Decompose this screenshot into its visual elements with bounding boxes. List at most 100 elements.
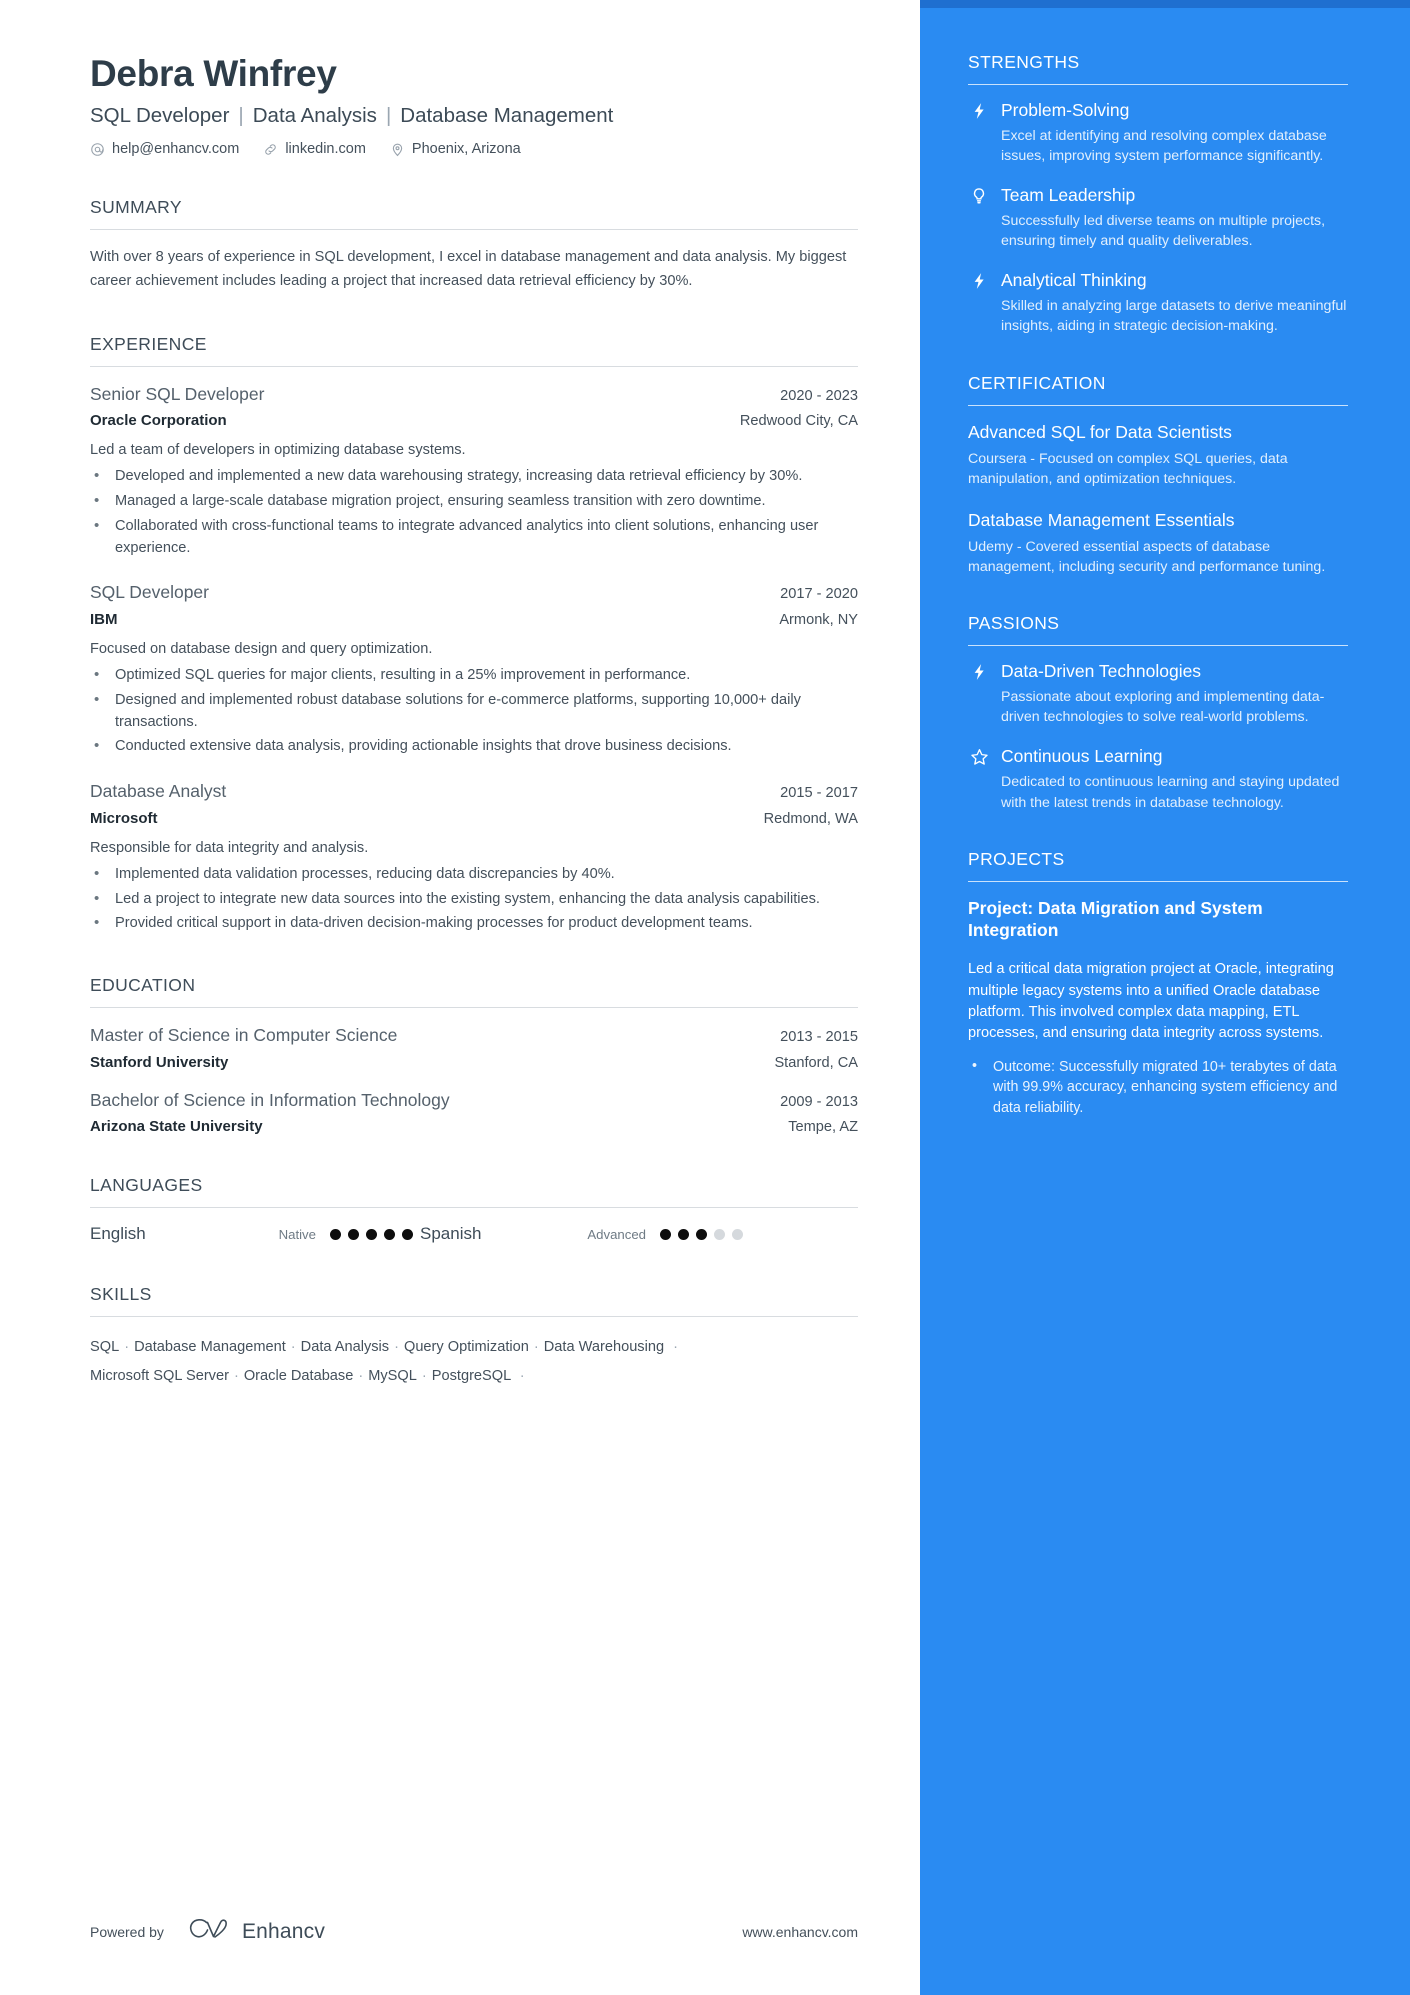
school-location: Tempe, AZ (788, 1119, 858, 1136)
certification-list: Advanced SQL for Data Scientists Courser… (968, 406, 1348, 578)
job-bullet: Developed and implemented a new data war… (90, 465, 858, 488)
sidebar-entry-header: Analytical Thinking (968, 270, 1348, 292)
job-location: Redmond, WA (763, 810, 858, 827)
skills-heading: SKILLS (90, 1284, 152, 1305)
job-bullet: Optimized SQL queries for major clients,… (90, 664, 858, 687)
headline-part-2: Database Management (400, 103, 614, 127)
experience-entry: Database Analyst 2015 - 2017 Microsoft R… (90, 780, 858, 935)
language-rating-dot (732, 1228, 743, 1240)
skill-item: SQL (90, 1339, 120, 1356)
job-description: Focused on database design and query opt… (90, 640, 433, 657)
lightning-bolt-icon (968, 662, 990, 682)
skill-separator: · (533, 1339, 539, 1356)
job-title: SQL Developer (90, 582, 209, 603)
sidebar-entry-title: Data-Driven Technologies (1001, 661, 1202, 682)
sidebar-entry: Continuous Learning Dedicated to continu… (968, 746, 1348, 812)
job-bullet: Led a project to integrate new data sour… (90, 888, 858, 911)
certification-description: Coursera - Focused on complex SQL querie… (968, 450, 1288, 487)
education-heading: EDUCATION (90, 975, 196, 996)
language-level: Advanced (587, 1226, 646, 1242)
strengths-list: Problem-Solving Excel at identifying and… (968, 85, 1348, 337)
resume-footer: Powered by Enhancv www.enhancv.com (90, 1916, 858, 1947)
passions-section: PASSIONS Data-Driven Technologies Passio… (968, 613, 1348, 812)
languages-section: LANGUAGES English Native Spanish Advance… (90, 1175, 858, 1244)
skill-separator: · (233, 1367, 239, 1384)
skill-item: Microsoft SQL Server (90, 1367, 229, 1384)
skill-item: Query Optimization (403, 1339, 529, 1356)
contact-linkedin[interactable]: linkedin.com (263, 141, 366, 157)
school-name: Arizona State University (90, 1118, 263, 1136)
project-description: Led a critical data migration project at… (968, 961, 1334, 1042)
experience-section: EXPERIENCE Senior SQL Developer 2020 - 2… (90, 334, 858, 936)
sidebar-entry: Data-Driven Technologies Passionate abou… (968, 661, 1348, 727)
job-bullet: Implemented data validation processes, r… (90, 863, 858, 886)
language-name: English (90, 1224, 146, 1244)
star-icon (968, 747, 990, 767)
job-bullet-list: Developed and implemented a new data war… (90, 465, 858, 560)
enhancv-logo-icon (186, 1916, 232, 1947)
certification-description: Udemy - Covered essential aspects of dat… (968, 538, 1326, 576)
sidebar-entry: Analytical Thinking Skilled in analyzing… (968, 270, 1348, 336)
language-item: English Native (90, 1224, 420, 1244)
contact-email[interactable]: help@enhancv.com (90, 141, 239, 157)
certification-name: Advanced SQL for Data Scientists (968, 421, 1232, 442)
experience-heading: EXPERIENCE (90, 333, 207, 354)
job-description: Responsible for data integrity and analy… (90, 839, 369, 856)
education-entry-header: Bachelor of Science in Information Techn… (90, 1089, 858, 1112)
at-sign-icon (90, 142, 105, 157)
candidate-name: Debra Winfrey (90, 53, 337, 94)
experience-list: Senior SQL Developer 2020 - 2023 Oracle … (90, 367, 858, 936)
certification-entry: Advanced SQL for Data Scientists Courser… (968, 421, 1348, 489)
certification-name: Database Management Essentials (968, 509, 1235, 530)
resume-page: Debra Winfrey SQL Developer | Data Analy… (0, 0, 1410, 1995)
sidebar-entry-title: Analytical Thinking (1001, 270, 1147, 291)
sidebar-entry-header: Team Leadership (968, 185, 1348, 207)
website-url[interactable]: www.enhancv.com (742, 1924, 858, 1940)
company-name: Microsoft (90, 809, 158, 827)
education-entry-subheader: Stanford University Stanford, CA (90, 1054, 858, 1071)
experience-entry-header: Database Analyst 2015 - 2017 (90, 780, 858, 803)
passions-list: Data-Driven Technologies Passionate abou… (968, 646, 1348, 812)
job-bullet: Conducted extensive data analysis, provi… (90, 735, 858, 758)
experience-entry: Senior SQL Developer 2020 - 2023 Oracle … (90, 383, 858, 560)
education-entry-header: Master of Science in Computer Science 20… (90, 1024, 858, 1047)
sidebar-entry-header: Continuous Learning (968, 746, 1348, 768)
headline-part-1: Data Analysis (252, 103, 377, 127)
skill-separator: · (290, 1339, 296, 1356)
experience-entry: SQL Developer 2017 - 2020 IBM Armonk, NY… (90, 581, 858, 758)
skill-separator: · (394, 1339, 399, 1356)
enhancv-wordmark: Enhancv (241, 1919, 326, 1943)
job-bullet-list: Optimized SQL queries for major clients,… (90, 664, 858, 759)
degree-name: Bachelor of Science in Information Techn… (90, 1089, 450, 1110)
sidebar-entry-description: Successfully led diverse teams on multip… (1001, 213, 1326, 250)
language-rating-dot (366, 1228, 377, 1240)
certification-entry: Database Management Essentials Udemy - C… (968, 509, 1348, 577)
language-item: Spanish Advanced (420, 1224, 750, 1244)
skill-item: PostgreSQL (431, 1367, 511, 1384)
contact-linkedin-text: linkedin.com (285, 141, 366, 158)
skill-separator: · (519, 1367, 525, 1384)
contact-location: Phoenix, Arizona (390, 141, 521, 157)
sidebar-entry-title: Problem-Solving (1001, 100, 1130, 120)
education-entry-subheader: Arizona State University Tempe, AZ (90, 1118, 858, 1135)
strengths-heading: STRENGTHS (968, 52, 1080, 72)
sidebar-entry-title: Continuous Learning (1001, 746, 1163, 767)
skill-item: MySQL (368, 1367, 417, 1384)
education-entry: Master of Science in Computer Science 20… (90, 1024, 858, 1070)
job-date: 2015 - 2017 (780, 785, 858, 802)
experience-entry-subheader: Microsoft Redmond, WA (90, 810, 858, 827)
language-level: Native (278, 1226, 316, 1242)
sidebar-column: STRENGTHS Problem-Solving Excel at ident… (920, 0, 1410, 1995)
headline-separator: | (385, 103, 392, 127)
job-location: Armonk, NY (779, 611, 858, 628)
certification-heading: CERTIFICATION (968, 372, 1106, 393)
skill-item: Data Analysis (300, 1339, 390, 1356)
experience-entry-header: Senior SQL Developer 2020 - 2023 (90, 383, 858, 406)
job-bullet: Managed a large-scale database migration… (90, 490, 858, 513)
certification-section: CERTIFICATION Advanced SQL for Data Scie… (968, 373, 1348, 578)
resume-header: Debra Winfrey SQL Developer | Data Analy… (90, 52, 858, 157)
language-rating (330, 1228, 420, 1240)
lightning-bolt-icon (968, 271, 990, 291)
degree-date: 2009 - 2013 (780, 1093, 858, 1110)
experience-entry-subheader: Oracle Corporation Redwood City, CA (90, 412, 858, 429)
